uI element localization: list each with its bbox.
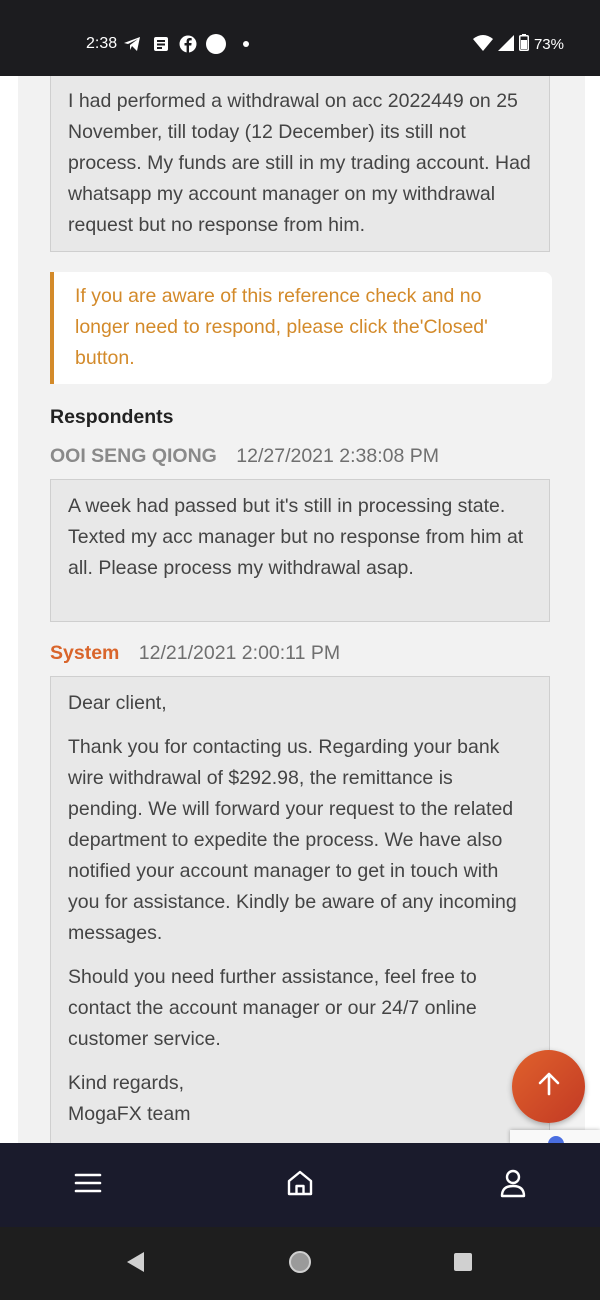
back-button[interactable] (122, 1251, 148, 1277)
response-signoff: Kind regards, MogaFX team (68, 1068, 532, 1130)
home-system-button[interactable] (287, 1250, 313, 1279)
status-bar: 2:38 73% (0, 0, 600, 76)
respondent-name: OOI SENG QIONG (50, 445, 217, 467)
back-triangle-icon (125, 1251, 145, 1278)
response-timestamp: 12/21/2021 2:00:11 PM (138, 642, 341, 664)
news-icon (151, 34, 171, 54)
battery-icon (518, 34, 529, 55)
respondents-title: Respondents (50, 406, 174, 428)
battery-percentage: 73% (533, 36, 564, 53)
scroll-top-button[interactable] (512, 1050, 585, 1123)
close-notice: If you are aware of this reference check… (50, 272, 552, 384)
user-icon (499, 1168, 527, 1203)
signoff-regards: Kind regards, (68, 1072, 184, 1094)
circle-notification-icon (206, 34, 226, 54)
response-box: Dear client, Thank you for contacting us… (50, 676, 550, 1143)
response-text: A week had passed but it's still in proc… (68, 495, 524, 579)
dot-icon (236, 34, 256, 54)
arrow-up-icon (536, 1071, 562, 1102)
response-header: OOI SENG QIONG 12/27/2021 2:38:08 PM (50, 445, 439, 468)
signoff-team: MogaFX team (68, 1103, 191, 1125)
status-time: 2:38 (86, 35, 118, 52)
signal-icon (497, 34, 514, 55)
respondent-name: System (50, 642, 120, 664)
recents-button[interactable] (450, 1251, 476, 1277)
facebook-icon (178, 34, 198, 54)
home-circle-icon (288, 1250, 312, 1279)
response-greeting: Dear client, (68, 692, 167, 714)
response-text: Should you need further assistance, feel… (68, 966, 477, 1050)
menu-button[interactable] (70, 1167, 106, 1203)
home-icon (285, 1168, 315, 1203)
telegram-icon (122, 34, 142, 54)
response-text: Thank you for contacting us. Regarding y… (68, 736, 517, 944)
hamburger-menu-icon (74, 1172, 102, 1199)
original-message: I had performed a withdrawal on acc 2022… (68, 90, 531, 236)
response-box: A week had passed but it's still in proc… (50, 479, 550, 622)
account-button[interactable] (495, 1167, 531, 1203)
wifi-icon (472, 34, 493, 55)
recaptcha-badge[interactable] (510, 1130, 600, 1144)
response-header: System 12/21/2021 2:00:11 PM (50, 642, 340, 665)
close-notice-text: If you are aware of this reference check… (75, 285, 488, 369)
recents-square-icon (453, 1252, 473, 1277)
home-button[interactable] (282, 1167, 318, 1203)
original-message-box: I had performed a withdrawal on acc 2022… (50, 76, 550, 252)
ticket-detail: I had performed a withdrawal on acc 2022… (18, 76, 585, 1143)
system-navigation-bar (0, 1227, 600, 1300)
bottom-navigation (0, 1143, 600, 1227)
response-timestamp: 12/27/2021 2:38:08 PM (236, 445, 440, 467)
